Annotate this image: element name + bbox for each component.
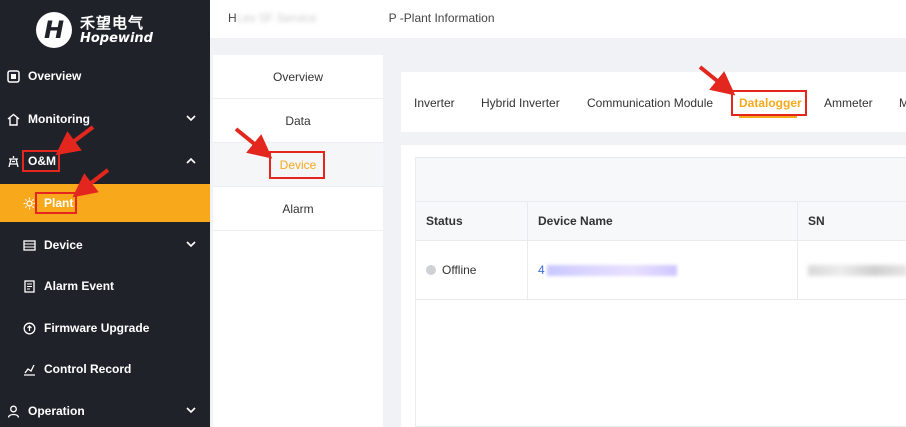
sidebar: H 禾望电气 Hopewind Overview Monitoring O&M … [0, 0, 210, 427]
tab-more-truncated[interactable]: M [899, 96, 906, 110]
table-cell-device-name[interactable]: 4 [528, 241, 798, 300]
brand-name-cn: 禾望电气 [80, 14, 145, 32]
plant-subnav: Overview Data Device Alarm [213, 55, 383, 427]
list-icon [22, 238, 36, 252]
column-header-status[interactable]: Status [416, 202, 528, 241]
upgrade-icon [22, 321, 36, 335]
sidebar-item-label: Control Record [44, 362, 132, 376]
sidebar-item-operation[interactable]: Operation [0, 392, 210, 427]
tab-device[interactable]: Device [213, 143, 383, 187]
device-name-link[interactable]: 4 [538, 263, 545, 277]
hopewind-logo[interactable]: H 禾望电气 Hopewind [36, 10, 166, 50]
sidebar-item-device[interactable]: Device [0, 226, 210, 264]
sidebar-item-om[interactable]: O&M [0, 142, 210, 180]
sidebar-item-control-record[interactable]: Control Record [0, 350, 210, 388]
user-icon [6, 404, 20, 418]
page-title-prefix: H [228, 11, 237, 25]
tab-communication-module[interactable]: Communication Module [587, 96, 713, 110]
status-text: Offline [442, 263, 477, 277]
sidebar-item-plant[interactable]: Plant [0, 184, 210, 222]
sidebar-item-label: Firmware Upgrade [44, 321, 150, 335]
sidebar-item-label: Device [44, 238, 83, 252]
tab-hybrid-inverter[interactable]: Hybrid Inverter [481, 96, 560, 110]
page-title: HLev 5F Service P -Plant Information [228, 11, 495, 25]
sidebar-item-label: Monitoring [28, 112, 90, 126]
tab-ammeter[interactable]: Ammeter [824, 96, 873, 110]
redacted-sn [808, 264, 906, 276]
sidebar-item-label: Plant [44, 196, 74, 210]
table-toolbar [416, 158, 906, 202]
sidebar-item-firmware-upgrade[interactable]: Firmware Upgrade [0, 309, 210, 347]
device-type-tabs: Inverter Hybrid Inverter Communication M… [401, 72, 906, 132]
chevron-up-icon [186, 156, 196, 167]
page-title-redacted: Lev 5F Service [236, 11, 317, 25]
record-icon [22, 362, 36, 376]
offline-status-dot-icon [426, 265, 436, 275]
device-table: Status Device Name SN Offline 4 [415, 157, 906, 427]
page-header: HLev 5F Service P -Plant Information [210, 0, 906, 38]
sidebar-item-label: Operation [28, 404, 85, 418]
tab-overview[interactable]: Overview [213, 55, 383, 99]
sidebar-item-label: Overview [28, 69, 82, 83]
page-title-suffix: P -Plant Information [388, 11, 495, 25]
sun-icon [22, 196, 36, 210]
tab-alarm[interactable]: Alarm [213, 187, 383, 231]
tab-inverter[interactable]: Inverter [414, 96, 455, 110]
device-table-panel: Status Device Name SN Offline 4 [401, 145, 906, 427]
sidebar-item-monitoring[interactable]: Monitoring [0, 100, 210, 138]
sidebar-item-label: Alarm Event [44, 279, 115, 293]
tower-icon [6, 154, 20, 168]
table-cell-status: Offline [416, 241, 528, 300]
tab-data[interactable]: Data [213, 99, 383, 143]
chevron-down-icon [186, 406, 196, 417]
chevron-down-icon [186, 114, 196, 125]
home-icon [6, 112, 20, 126]
chevron-down-icon [186, 240, 196, 251]
tab-datalogger[interactable]: Datalogger [739, 96, 802, 110]
sidebar-item-label: O&M [28, 154, 56, 168]
redacted-device-name [546, 264, 677, 276]
alarm-icon [22, 279, 36, 293]
active-tab-underline [739, 116, 797, 118]
table-cell-sn [798, 241, 906, 300]
logo-mark-icon: H [36, 12, 72, 48]
sidebar-item-alarm-event[interactable]: Alarm Event [0, 267, 210, 305]
column-header-sn[interactable]: SN [798, 202, 906, 241]
overview-icon [6, 69, 20, 83]
brand-name-en: Hopewind [80, 31, 153, 46]
column-header-device-name[interactable]: Device Name [528, 202, 798, 241]
sidebar-item-overview[interactable]: Overview [0, 57, 210, 95]
